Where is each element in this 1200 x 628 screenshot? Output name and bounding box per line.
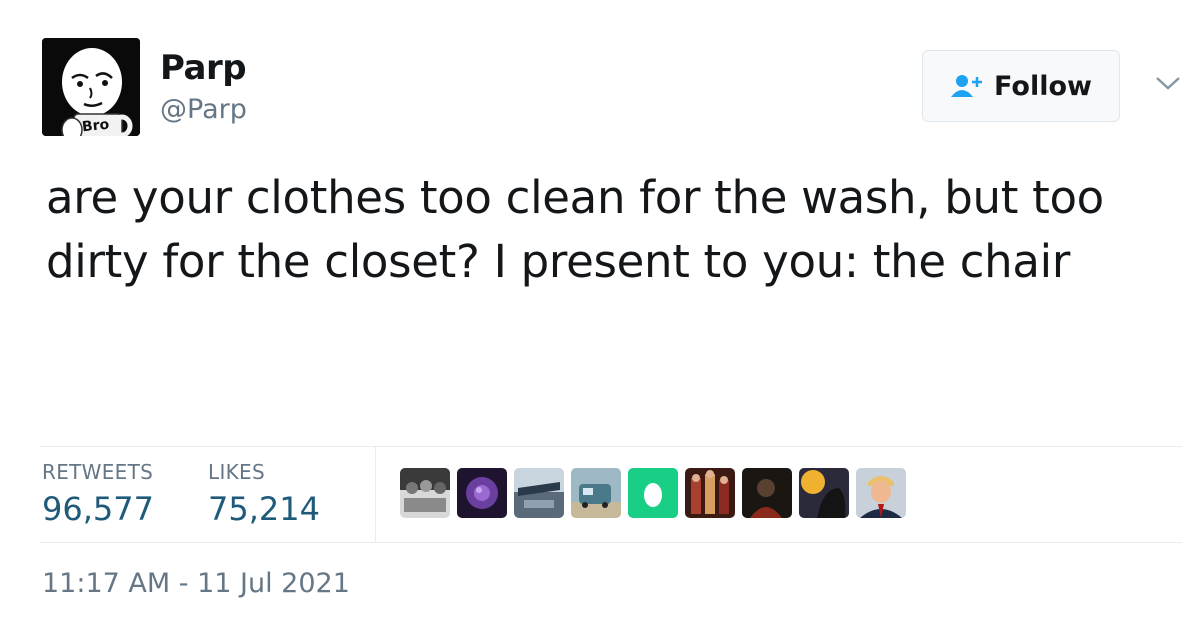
likes-label: LIKES	[208, 460, 265, 484]
liker-photo-group-icon	[400, 468, 450, 518]
liker-avatar[interactable]	[799, 468, 849, 518]
retweets-stat[interactable]: RETWEETS 96,577	[42, 460, 154, 528]
divider	[40, 542, 1182, 543]
tweet-timestamp[interactable]: 11:17 AM - 11 Jul 2021	[42, 568, 350, 599]
chevron-down-icon[interactable]	[1153, 72, 1183, 94]
user-handle[interactable]: @Parp	[160, 94, 247, 125]
liker-dark-portrait-icon	[742, 468, 792, 518]
divider	[40, 446, 1182, 447]
liker-man-suit-icon	[856, 468, 906, 518]
liker-van-icon	[571, 468, 621, 518]
follow-button-label: Follow	[994, 70, 1092, 102]
liker-crowd-icon	[685, 468, 735, 518]
liker-avatar[interactable]	[856, 468, 906, 518]
tweet-text: are your clothes too clean for the wash,…	[46, 171, 1104, 288]
liker-avatar[interactable]	[457, 468, 507, 518]
liker-sunset-figure-icon	[799, 468, 849, 518]
display-name[interactable]: Parp	[160, 48, 247, 88]
retweets-count: 96,577	[42, 490, 154, 528]
retweets-label: RETWEETS	[42, 460, 154, 484]
avatar[interactable]: Bro	[42, 38, 140, 136]
add-user-icon	[951, 75, 983, 97]
liker-purple-flower-icon	[457, 468, 507, 518]
divider	[375, 447, 376, 542]
liker-avatar[interactable]	[514, 468, 564, 518]
follow-button[interactable]: Follow	[922, 50, 1120, 122]
liker-avatar[interactable]	[742, 468, 792, 518]
liker-avatar[interactable]	[400, 468, 450, 518]
liker-default-egg-icon	[628, 468, 678, 518]
liker-avatar[interactable]	[628, 468, 678, 518]
likes-stat[interactable]: LIKES 75,214	[208, 460, 320, 528]
liker-avatar[interactable]	[685, 468, 735, 518]
liker-avatars	[400, 468, 906, 518]
avatar-mug-text: Bro	[81, 116, 110, 136]
liker-avatar[interactable]	[571, 468, 621, 518]
likes-count: 75,214	[208, 490, 320, 528]
liker-car-dashboard-icon	[514, 468, 564, 518]
